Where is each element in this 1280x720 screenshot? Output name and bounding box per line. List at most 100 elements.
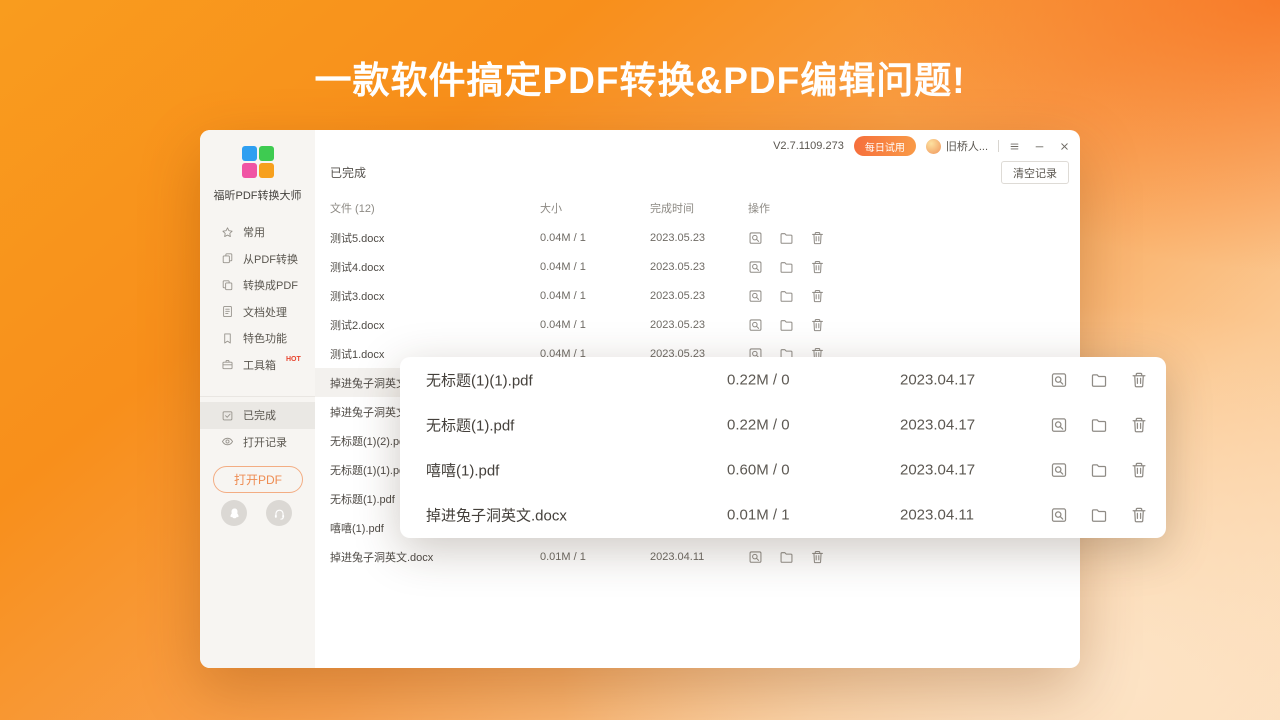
file-time: 2023.04.11 xyxy=(650,551,704,563)
column-header-file: 文件 (12) xyxy=(330,200,375,216)
popup-row[interactable]: 嘻嘻(1).pdf 0.60M / 0 2023.04.17 xyxy=(400,447,1166,492)
delete-icon[interactable] xyxy=(1130,416,1148,434)
popup-row[interactable]: 无标题(1).pdf 0.22M / 0 2023.04.17 xyxy=(400,402,1166,447)
clear-records-button[interactable]: 清空记录 xyxy=(1001,161,1069,184)
table-row[interactable]: 测试2.docx 0.04M / 1 2023.05.23 xyxy=(315,310,1080,339)
file-size: 0.04M / 1 xyxy=(540,232,586,244)
delete-icon[interactable] xyxy=(810,288,825,303)
delete-icon[interactable] xyxy=(810,317,825,332)
open-folder-icon[interactable] xyxy=(779,317,794,332)
delete-icon[interactable] xyxy=(1130,461,1148,479)
file-name: 测试3.docx xyxy=(330,288,384,304)
file-name: 掉进兔子洞英文.docx xyxy=(426,504,567,525)
file-size: 0.04M / 1 xyxy=(540,261,586,273)
sidebar-item-open-records[interactable]: 打开记录 xyxy=(200,429,315,456)
open-folder-icon[interactable] xyxy=(1090,416,1108,434)
row-actions xyxy=(748,288,825,303)
row-actions xyxy=(748,230,825,245)
row-actions xyxy=(1050,416,1148,434)
sidebar-item-label: 转换成PDF xyxy=(243,277,298,293)
file-name: 嘻嘻(1).pdf xyxy=(426,459,499,480)
customer-service-button[interactable] xyxy=(266,500,292,526)
file-size: 0.04M / 1 xyxy=(540,319,586,331)
sidebar-item-label: 已完成 xyxy=(243,407,276,423)
sidebar-item-label: 工具箱 xyxy=(243,357,276,373)
sidebar-item-label: 打开记录 xyxy=(243,434,287,450)
sidebar-item-label: 特色功能 xyxy=(243,330,287,346)
popup-row[interactable]: 掉进兔子洞英文.docx 0.01M / 1 2023.04.11 xyxy=(400,492,1166,537)
sidebar-item-completed[interactable]: 已完成 xyxy=(200,402,315,429)
popup-row[interactable]: 无标题(1)(1).pdf 0.22M / 0 2023.04.17 xyxy=(400,357,1166,402)
file-name: 无标题(1)(1).pdf xyxy=(426,369,533,390)
file-name: 掉进兔子洞英文.docx xyxy=(330,549,433,565)
sidebar-item-label: 从PDF转换 xyxy=(243,251,298,267)
preview-icon[interactable] xyxy=(1050,371,1068,389)
sidebar-item-from-pdf[interactable]: 从PDF转换 xyxy=(200,246,315,273)
file-name: 测试5.docx xyxy=(330,230,384,246)
table-header: 文件 (12) 大小 完成时间 操作 xyxy=(315,200,1080,222)
support-buttons xyxy=(221,500,292,526)
app-name: 福昕PDF转换大师 xyxy=(214,187,302,203)
preview-icon[interactable] xyxy=(748,317,763,332)
file-name: 无标题(1)(1).pdf xyxy=(330,462,408,478)
qq-support-button[interactable] xyxy=(221,500,247,526)
hot-badge: HOT xyxy=(286,356,301,363)
file-name: 嘻嘻(1).pdf xyxy=(330,520,384,536)
from-pdf-icon xyxy=(221,252,234,265)
app-logo: 福昕PDF转换大师 xyxy=(200,146,315,203)
delete-icon[interactable] xyxy=(1130,506,1148,524)
file-name: 无标题(1)(2).pdf xyxy=(330,433,408,449)
open-folder-icon[interactable] xyxy=(1090,371,1108,389)
file-time: 2023.04.17 xyxy=(900,371,975,388)
file-size: 0.01M / 1 xyxy=(540,551,586,563)
open-folder-icon[interactable] xyxy=(1090,461,1108,479)
open-folder-icon[interactable] xyxy=(779,259,794,274)
sidebar-item-special-features[interactable]: 特色功能 xyxy=(200,325,315,352)
sidebar-item-toolbox[interactable]: 工具箱 HOT xyxy=(200,352,315,379)
row-actions xyxy=(1050,461,1148,479)
headset-icon xyxy=(272,506,287,521)
delete-icon[interactable] xyxy=(810,230,825,245)
delete-icon[interactable] xyxy=(810,549,825,564)
star-icon xyxy=(221,226,234,239)
logo-grid-icon xyxy=(242,146,274,178)
sidebar-item-to-pdf[interactable]: 转换成PDF xyxy=(200,272,315,299)
row-actions xyxy=(748,259,825,274)
file-name: 测试4.docx xyxy=(330,259,384,275)
file-time: 2023.05.23 xyxy=(650,290,705,302)
file-time: 2023.05.23 xyxy=(650,232,705,244)
preview-icon[interactable] xyxy=(1050,506,1068,524)
document-icon xyxy=(221,305,234,318)
magnified-history-popup: 无标题(1)(1).pdf 0.22M / 0 2023.04.17 无标题(1… xyxy=(400,357,1166,538)
open-pdf-button[interactable]: 打开PDF xyxy=(213,466,303,493)
open-folder-icon[interactable] xyxy=(1090,506,1108,524)
sidebar-history-section: 已完成 打开记录 xyxy=(200,402,315,455)
sidebar-item-label: 常用 xyxy=(243,224,265,240)
preview-icon[interactable] xyxy=(1050,416,1068,434)
open-folder-icon[interactable] xyxy=(779,230,794,245)
delete-icon[interactable] xyxy=(810,259,825,274)
qq-icon xyxy=(227,506,242,521)
sidebar-item-doc-process[interactable]: 文档处理 xyxy=(200,299,315,326)
row-actions xyxy=(748,317,825,332)
logo-square-orange xyxy=(259,163,274,178)
preview-icon[interactable] xyxy=(748,549,763,564)
delete-icon[interactable] xyxy=(1130,371,1148,389)
preview-icon[interactable] xyxy=(748,230,763,245)
sidebar-item-common[interactable]: 常用 xyxy=(200,219,315,246)
table-row[interactable]: 测试5.docx 0.04M / 1 2023.05.23 xyxy=(315,223,1080,252)
row-actions xyxy=(748,549,825,564)
to-pdf-icon xyxy=(221,279,234,292)
preview-icon[interactable] xyxy=(748,288,763,303)
table-row[interactable]: 掉进兔子洞英文.docx 0.01M / 1 2023.04.11 xyxy=(315,542,1080,571)
open-folder-icon[interactable] xyxy=(779,549,794,564)
file-name: 测试2.docx xyxy=(330,317,384,333)
column-header-actions: 操作 xyxy=(748,200,770,216)
open-folder-icon[interactable] xyxy=(779,288,794,303)
preview-icon[interactable] xyxy=(1050,461,1068,479)
file-size: 0.01M / 1 xyxy=(727,506,790,523)
table-row[interactable]: 测试3.docx 0.04M / 1 2023.05.23 xyxy=(315,281,1080,310)
table-row[interactable]: 测试4.docx 0.04M / 1 2023.05.23 xyxy=(315,252,1080,281)
preview-icon[interactable] xyxy=(748,259,763,274)
eye-icon xyxy=(221,435,234,448)
